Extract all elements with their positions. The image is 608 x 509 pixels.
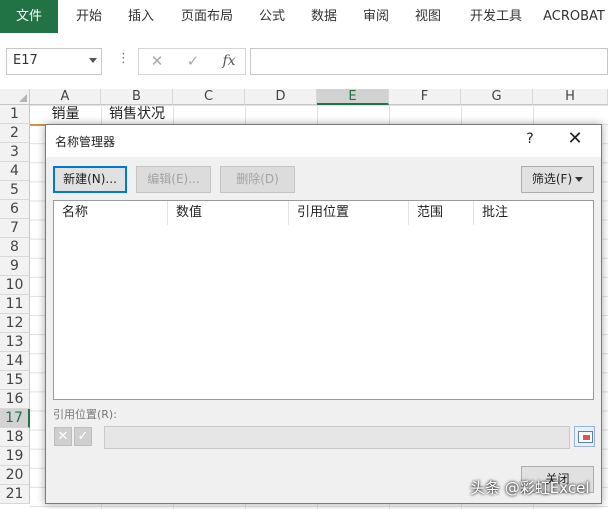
formula-bar: E17 ⋮ ✕ ✓ fx [0,33,608,89]
column-header-value[interactable]: 数值 [168,201,289,225]
range-picker-icon[interactable] [574,426,595,447]
row-header[interactable]: 1 [0,105,30,124]
tab-file[interactable]: 文件 [0,0,58,33]
help-icon[interactable]: ? [521,131,539,147]
column-header-g[interactable]: G [461,89,533,105]
row-header[interactable]: 11 [0,295,30,314]
row-header[interactable]: 20 [0,466,30,485]
tab-review[interactable]: 审阅 [352,0,400,33]
column-header-d[interactable]: D [245,89,317,105]
column-header-e[interactable]: E [317,89,389,105]
tab-data[interactable]: 数据 [300,0,348,33]
filter-button-label: 筛选(F) [531,172,573,186]
row-header[interactable]: 9 [0,257,30,276]
refers-to-input[interactable] [104,426,570,449]
row-header[interactable]: 12 [0,314,30,333]
row-header-selected[interactable]: 17 [0,409,30,428]
ribbon-tabs: 文件 开始 插入 页面布局 公式 数据 审阅 视图 开发工具 ACROBAT [0,0,608,34]
tab-developer[interactable]: 开发工具 [458,0,534,33]
row-header[interactable]: 18 [0,428,30,447]
enter-icon[interactable]: ✓ [74,427,92,446]
tab-page-layout[interactable]: 页面布局 [170,0,244,33]
row-header[interactable]: 14 [0,352,30,371]
tab-view[interactable]: 视图 [404,0,452,33]
watermark-text: 头条 @彩虹Excel [470,479,590,497]
column-header-f[interactable]: F [389,89,461,105]
column-header-a[interactable]: A [30,89,101,105]
edit-button[interactable]: 编辑(E)... [136,166,211,193]
column-header-b[interactable]: B [101,89,173,105]
row-header[interactable]: 13 [0,333,30,352]
row-header[interactable]: 3 [0,143,30,162]
dialog-title: 名称管理器 [55,135,116,149]
formula-buttons: ✕ ✓ fx [138,48,246,75]
refers-to-label: 引用位置(R): [53,408,117,421]
dialog-title-bar[interactable]: 名称管理器 ? ✕ [46,125,601,157]
row-header[interactable]: 6 [0,200,30,219]
cell-b1[interactable]: 销售状况 [101,105,173,126]
tab-home[interactable]: 开始 [62,0,116,33]
names-list[interactable]: 名称 数值 引用位置 范围 批注 [53,200,594,400]
column-header-comment[interactable]: 批注 [474,201,591,225]
chevron-down-icon[interactable] [89,58,97,63]
formula-input[interactable] [250,48,608,75]
tab-acrobat[interactable]: ACROBAT [540,0,608,33]
close-icon[interactable]: ✕ [563,128,587,149]
row-header[interactable]: 2 [0,124,30,143]
row-header[interactable]: 7 [0,219,30,238]
column-header-refers-to[interactable]: 引用位置 [289,201,409,225]
row-header[interactable]: 10 [0,276,30,295]
row-header[interactable]: 15 [0,371,30,390]
tab-insert[interactable]: 插入 [116,0,166,33]
name-box-value: E17 [13,53,38,68]
column-header-h[interactable]: H [533,89,608,105]
filter-button[interactable]: 筛选(F) [521,166,594,193]
delete-button[interactable]: 删除(D) [220,166,295,193]
enter-icon[interactable]: ✓ [181,52,205,70]
chevron-down-icon [575,177,584,182]
new-button[interactable]: 新建(N)... [53,166,127,193]
drag-handle-icon[interactable]: ⋮ [117,51,130,66]
column-header-c[interactable]: C [173,89,245,105]
column-header-scope[interactable]: 范围 [409,201,474,225]
select-all-corner[interactable] [0,89,30,105]
name-box[interactable]: E17 [6,48,102,75]
row-header[interactable]: 5 [0,181,30,200]
tab-formulas[interactable]: 公式 [248,0,296,33]
column-header-name[interactable]: 名称 [54,201,168,225]
row-header[interactable]: 21 [0,485,30,504]
row-header[interactable]: 4 [0,162,30,181]
cell-a1[interactable]: 销量 [30,105,101,126]
cancel-icon[interactable]: ✕ [54,427,72,446]
cancel-icon[interactable]: ✕ [145,52,169,70]
row-header[interactable]: 19 [0,447,30,466]
name-manager-dialog: 名称管理器 ? ✕ 新建(N)... 编辑(E)... 删除(D) 筛选(F) … [45,124,602,504]
row-header[interactable]: 16 [0,390,30,409]
row-header[interactable]: 8 [0,238,30,257]
insert-function-icon[interactable]: fx [217,53,241,69]
